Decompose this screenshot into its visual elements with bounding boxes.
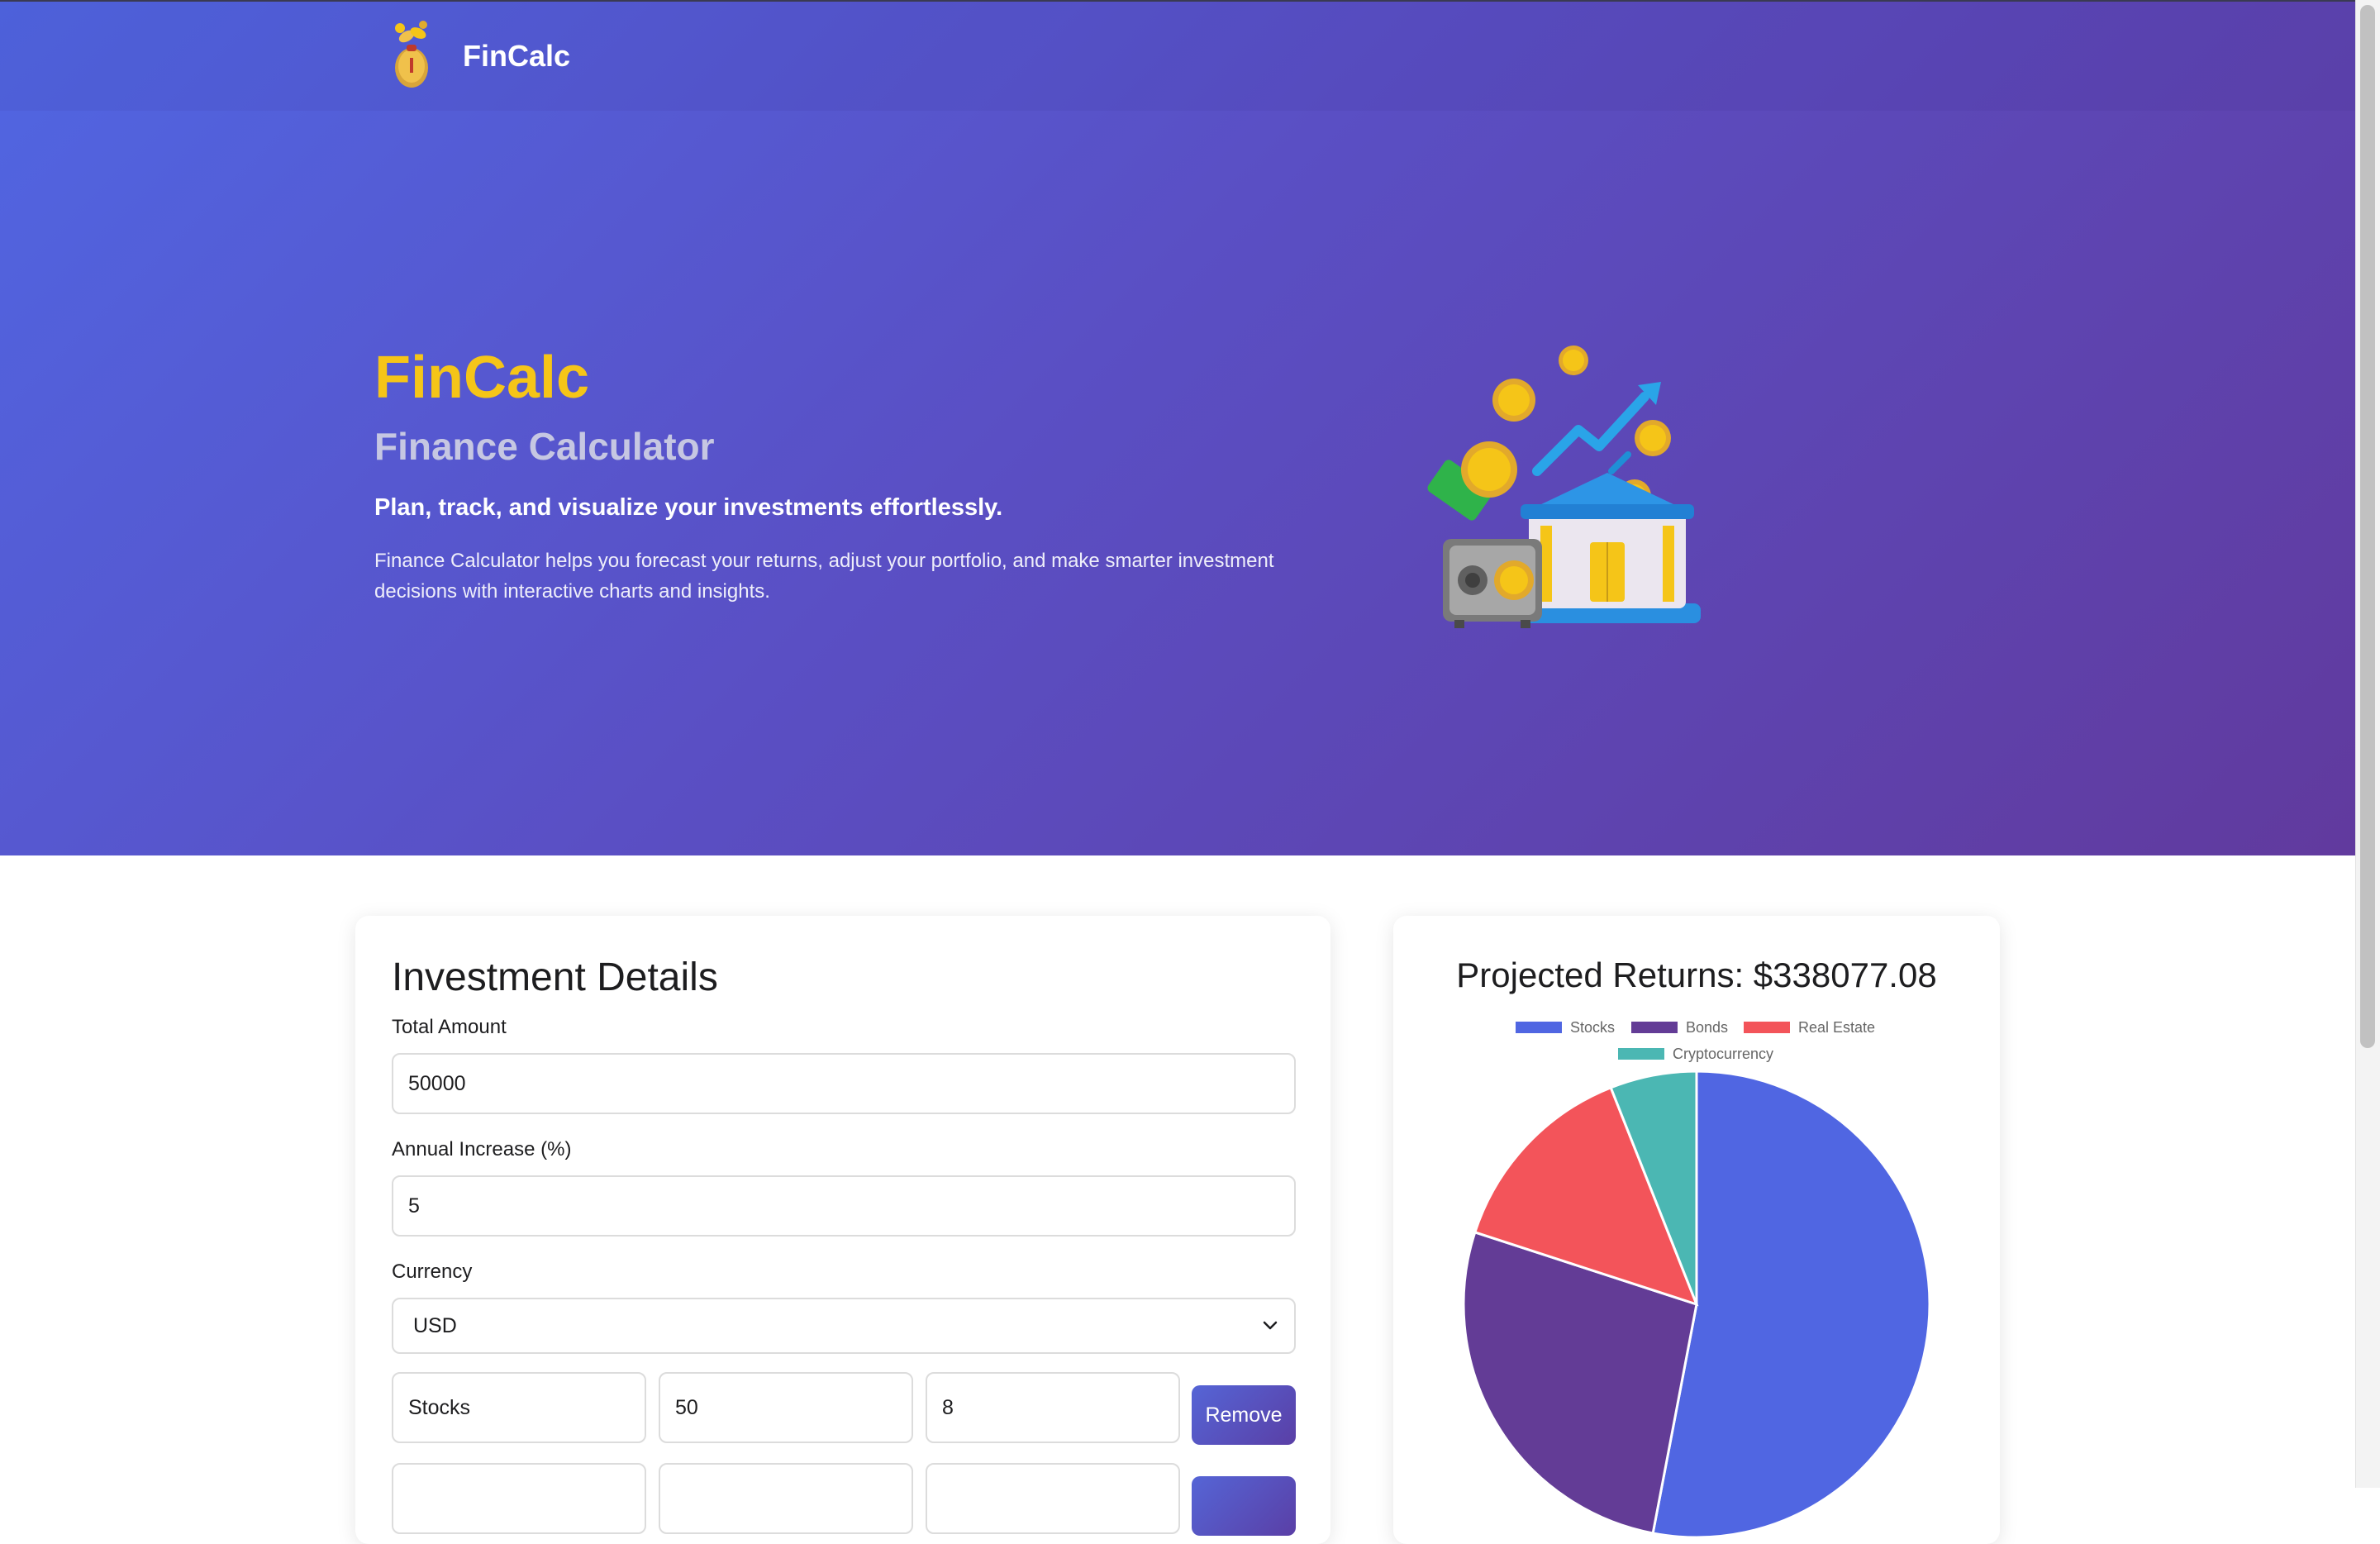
annual-increase-label: Annual Increase (%)	[392, 1138, 572, 1160]
hero-subtitle: Finance Calculator	[374, 425, 715, 468]
asset-name-input[interactable]	[392, 1372, 646, 1443]
remove-asset-button[interactable]	[1192, 1476, 1296, 1536]
remove-asset-button[interactable]: Remove	[1192, 1385, 1296, 1445]
asset-allocation-input[interactable]	[659, 1372, 913, 1443]
investment-details-card: Investment Details Total Amount Annual I…	[355, 916, 1330, 1544]
bank-coins-illustration	[1427, 345, 1701, 628]
projected-returns-card: Projected Returns: $338077.08 Stocks Bond…	[1393, 916, 2000, 1544]
total-amount-label: Total Amount	[392, 1016, 507, 1038]
nav-brand[interactable]: FinCalc	[463, 38, 570, 74]
asset-rate-input[interactable]	[926, 1372, 1180, 1443]
currency-select[interactable]: USD	[392, 1298, 1296, 1354]
currency-label: Currency	[392, 1260, 473, 1283]
investment-details-title: Investment Details	[392, 955, 718, 999]
chevron-down-icon	[1263, 1321, 1278, 1330]
scrollbar-thumb[interactable]	[2360, 5, 2375, 1048]
money-bag-icon[interactable]	[385, 20, 438, 89]
hero-tagline: Plan, track, and visualize your investme…	[374, 494, 1003, 521]
currency-select-value: USD	[413, 1314, 457, 1337]
asset-rate-input[interactable]	[926, 1463, 1180, 1534]
hero-title: FinCalc	[374, 345, 590, 411]
asset-name-input[interactable]	[392, 1463, 646, 1534]
hero-description: Finance Calculator helps you forecast yo…	[374, 550, 1274, 603]
asset-allocation-input[interactable]	[659, 1463, 913, 1534]
annual-increase-input[interactable]	[392, 1175, 1296, 1237]
pie-chart	[1462, 1070, 1931, 1539]
hero-section	[0, 0, 2355, 855]
total-amount-input[interactable]	[392, 1053, 1296, 1114]
navbar: FinCalc	[0, 0, 2355, 111]
